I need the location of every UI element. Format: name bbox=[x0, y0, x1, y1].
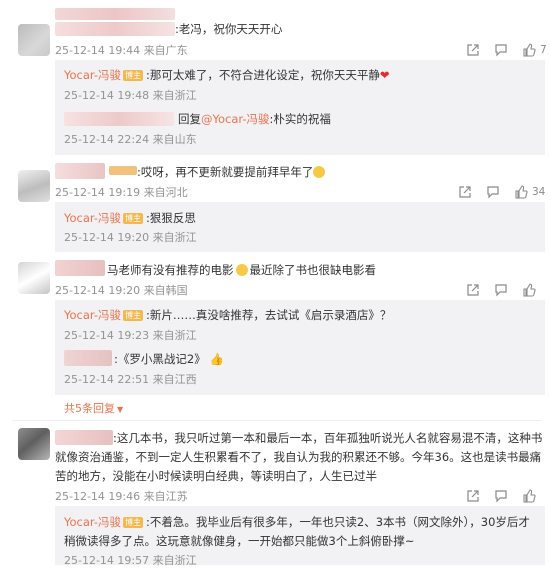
like-count: 34 bbox=[532, 186, 546, 198]
author-badge: 博主 bbox=[123, 517, 144, 528]
comment-text-body: 最近除了书也很缺电影看 bbox=[249, 263, 377, 277]
divider bbox=[12, 420, 542, 421]
share-icon[interactable] bbox=[466, 283, 480, 297]
more-replies-label: 共5条回复 bbox=[64, 402, 115, 415]
like-icon[interactable] bbox=[514, 185, 528, 199]
mention-link[interactable]: @Yocar-冯骏 bbox=[201, 112, 270, 126]
reply: Yocar-冯骏 博主:那可太难了，不符合进化设定，祝你天天平静❤ bbox=[64, 67, 390, 83]
reply-text: :朴实的祝福 bbox=[269, 112, 331, 126]
comment-icon[interactable] bbox=[486, 185, 500, 199]
reply: Yocar-冯骏 博主:狠狠反思 bbox=[64, 210, 196, 226]
comment-icon[interactable] bbox=[494, 43, 508, 57]
reply-text: :狠狠反思 bbox=[146, 211, 196, 225]
reply-meta: 25-12-14 22:24 来自山东 bbox=[64, 133, 197, 146]
comment-text: 马老师有没有推荐的电影 最近除了书也很缺电影看 bbox=[107, 262, 376, 278]
comment-actions: 7 bbox=[466, 43, 547, 57]
comment-icon[interactable] bbox=[494, 489, 508, 503]
like-icon[interactable] bbox=[522, 43, 536, 57]
like-count: 7 bbox=[540, 44, 547, 56]
blurred-username[interactable] bbox=[64, 112, 174, 126]
blurred-username[interactable] bbox=[55, 22, 175, 36]
share-icon[interactable] bbox=[458, 185, 472, 199]
reply-text: :《罗小黑战记2》 bbox=[114, 352, 206, 366]
author-name[interactable]: Yocar-冯骏 bbox=[64, 515, 121, 529]
comment-actions bbox=[466, 489, 536, 503]
avatar[interactable] bbox=[18, 262, 50, 294]
comment-text-line: :这几本书，我只听过第一本和最后一本，百年孤独听说光人名就容易混不清，这种书 bbox=[113, 431, 543, 445]
reply-meta: 25-12-14 19:48 来自浙江 bbox=[64, 89, 197, 102]
author-name[interactable]: Yocar-冯骏 bbox=[64, 211, 121, 225]
comment-meta: 25-12-14 19:44 来自广东 bbox=[55, 44, 188, 57]
share-icon[interactable] bbox=[466, 489, 480, 503]
like-icon[interactable] bbox=[522, 489, 536, 503]
reply-meta: 25-12-14 19:20 来自浙江 bbox=[64, 231, 197, 244]
heart-icon: ❤ bbox=[379, 68, 390, 82]
like-icon[interactable] bbox=[522, 283, 536, 297]
reply-text-line: 稍微读得多了点。这玩意就像健身，一开始都只能做3个上斜俯卧撑~ bbox=[64, 534, 415, 548]
reply: Yocar-冯骏 博主:不着急。我毕业后有很多年，一年也只读2、3本书（网文除外）… bbox=[64, 514, 530, 530]
comment-icon[interactable] bbox=[494, 283, 508, 297]
reply-text: :那可太难了，不符合进化设定，祝你天天平静 bbox=[146, 68, 380, 82]
blurred-username[interactable] bbox=[55, 260, 105, 276]
author-name[interactable]: Yocar-冯骏 bbox=[64, 308, 121, 322]
comment-meta: 25-12-14 19:19 来自河北 bbox=[55, 186, 188, 199]
author-name[interactable]: Yocar-冯骏 bbox=[64, 68, 121, 82]
thumbs-up-icon: 👍 bbox=[209, 352, 225, 366]
blurred-username[interactable] bbox=[55, 163, 105, 179]
reply: :《罗小黑战记2》 👍 bbox=[114, 351, 224, 367]
author-badge: 博主 bbox=[123, 70, 144, 81]
reply-meta: 25-12-14 19:57 来自浙江 bbox=[64, 554, 197, 567]
comment-text: :老冯，祝你天天开心 bbox=[175, 22, 283, 36]
reply-meta: 25-12-14 19:23 来自浙江 bbox=[64, 329, 197, 342]
reply: Yocar-冯骏 博主:新片……真没啥推荐，去试试《启示录酒店》？ bbox=[64, 307, 391, 323]
comment-text: :哎呀，再不更新就要提前拜早年了 bbox=[137, 164, 326, 180]
avatar[interactable] bbox=[18, 428, 50, 460]
comment-actions: 34 bbox=[458, 185, 545, 199]
reply-text: :不着急。我毕业后有很多年，一年也只读2、3本书（网文除外），30岁后才 bbox=[146, 515, 530, 529]
avatar[interactable] bbox=[18, 24, 50, 56]
reply: 回复@Yocar-冯骏:朴实的祝福 bbox=[178, 111, 331, 127]
comment-text-line: 苦的地方，没能在小时候读明白经典，等读明白了，人生已过半 bbox=[55, 469, 377, 483]
blurred-badge bbox=[109, 166, 137, 175]
author-badge: 博主 bbox=[123, 213, 144, 224]
avatar[interactable] bbox=[18, 170, 50, 202]
face-emoji-icon bbox=[235, 264, 248, 276]
reply-prefix: 回复 bbox=[178, 112, 201, 126]
comment-actions bbox=[466, 283, 536, 297]
blurred-username[interactable] bbox=[64, 350, 112, 366]
more-replies-link[interactable]: 共5条回复 ▼ bbox=[64, 400, 123, 416]
share-icon[interactable] bbox=[466, 43, 480, 57]
comment-text-body: 马老师有没有推荐的电影 bbox=[107, 263, 234, 277]
blurred-username[interactable] bbox=[55, 430, 113, 445]
comment-text-body: :哎呀，再不更新就要提前拜早年了 bbox=[137, 165, 314, 179]
comment-text-line: 就像资治通鉴，不到一定人生积累看不了，我自认为我的积累还不够。今年36。这也是读… bbox=[55, 450, 542, 464]
blurred-username[interactable] bbox=[55, 8, 175, 20]
reply-text: :新片……真没啥推荐，去试试《启示录酒店》？ bbox=[146, 308, 392, 322]
author-badge: 博主 bbox=[123, 310, 144, 321]
comment-meta: 25-12-14 19:20 来自韩国 bbox=[55, 284, 188, 297]
reply-meta: 25-12-14 22:51 来自江西 bbox=[64, 373, 197, 386]
chevron-down-icon: ▼ bbox=[117, 405, 124, 414]
comment-meta: 25-12-14 19:46 来自江苏 bbox=[55, 490, 188, 503]
face-emoji-icon bbox=[313, 166, 326, 178]
